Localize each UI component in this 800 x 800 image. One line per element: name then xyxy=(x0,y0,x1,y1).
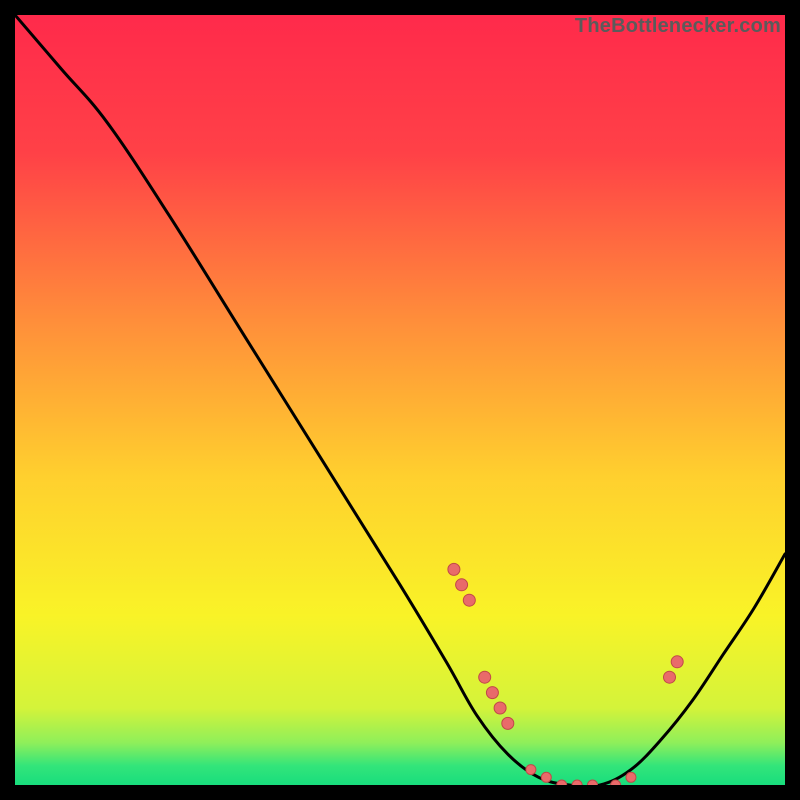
data-marker xyxy=(456,579,468,591)
data-marker xyxy=(494,702,506,714)
data-marker xyxy=(479,671,491,683)
data-marker xyxy=(626,772,636,782)
data-marker xyxy=(541,772,551,782)
bottleneck-chart xyxy=(15,15,785,785)
data-marker xyxy=(448,563,460,575)
data-marker xyxy=(526,765,536,775)
chart-frame: TheBottlenecker.com xyxy=(15,15,785,785)
data-marker xyxy=(463,594,475,606)
data-marker xyxy=(664,671,676,683)
data-marker xyxy=(502,717,514,729)
gradient-background xyxy=(15,15,785,785)
watermark-label: TheBottlenecker.com xyxy=(575,15,781,38)
data-marker xyxy=(671,656,683,668)
data-marker xyxy=(486,687,498,699)
